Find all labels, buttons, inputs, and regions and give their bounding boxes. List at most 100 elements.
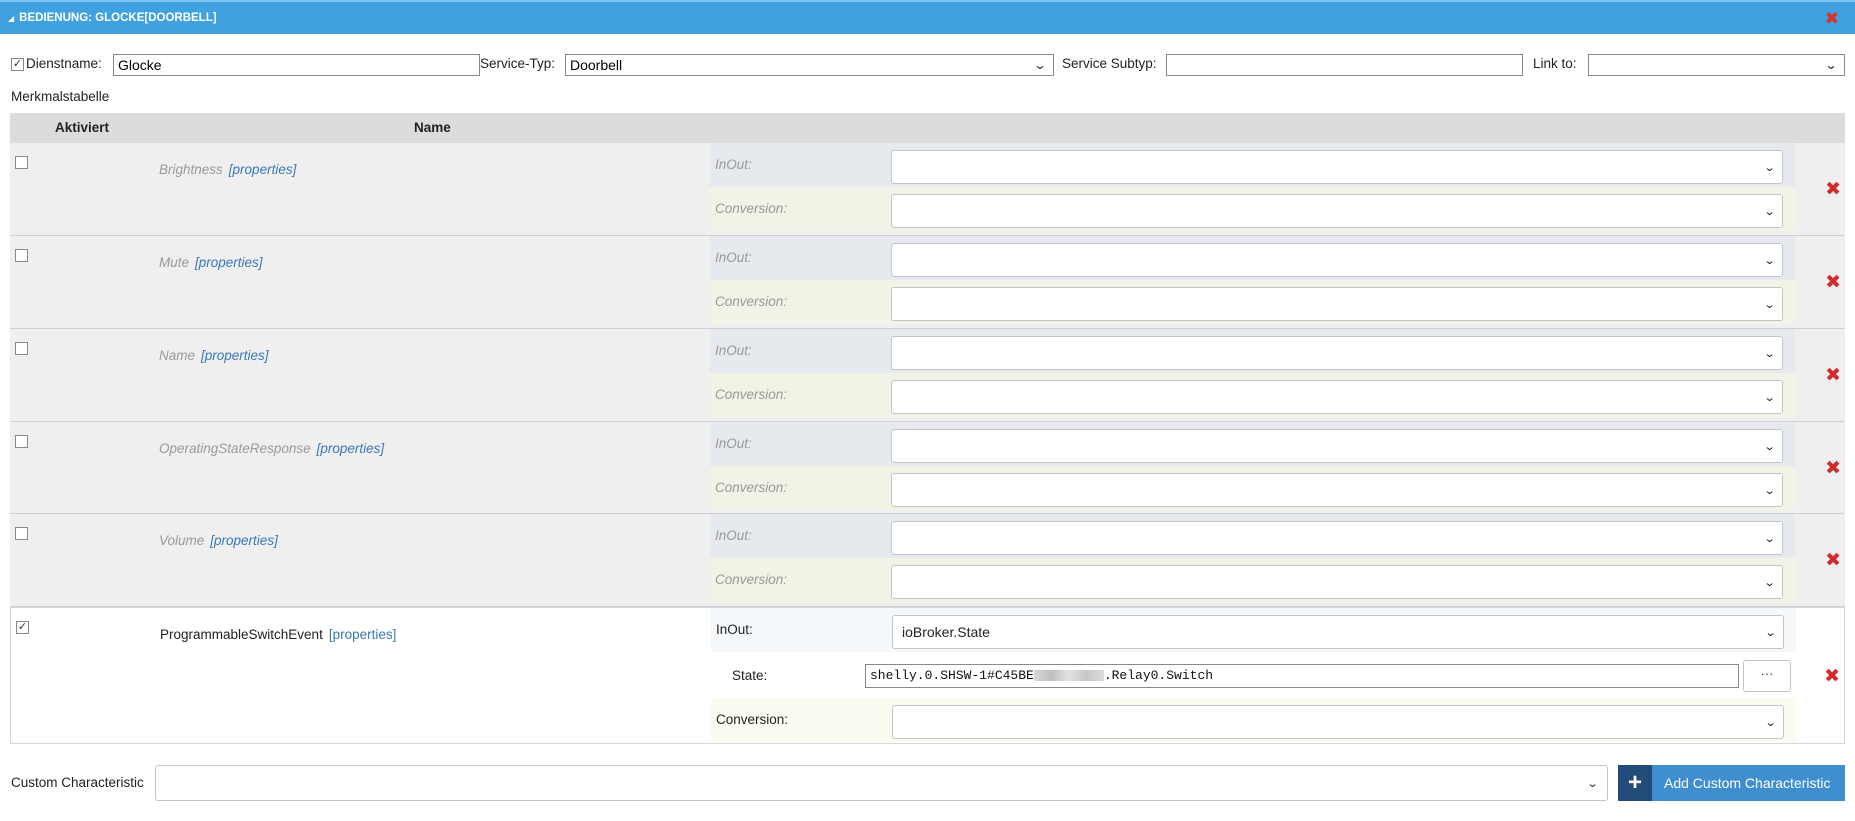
row-checkbox[interactable] — [15, 249, 28, 262]
properties-link[interactable]: [properties] — [329, 627, 397, 642]
delete-row-icon[interactable]: ✖ — [1825, 549, 1841, 572]
delete-row-icon[interactable]: ✖ — [1825, 271, 1841, 294]
conversion-select[interactable]: ⌄ — [891, 473, 1783, 507]
row-checkbox[interactable]: ✓ — [16, 621, 29, 634]
chevron-down-icon: ⌄ — [1763, 391, 1776, 404]
conversion-select[interactable]: ⌄ — [891, 565, 1783, 599]
service-name-input[interactable] — [113, 54, 480, 76]
characteristic-label: ProgrammableSwitchEvent — [160, 627, 323, 642]
characteristic-label: OperatingStateResponse — [159, 441, 311, 456]
inout-select[interactable]: ⌄ — [891, 336, 1783, 370]
conversion-label: Conversion: — [715, 572, 788, 587]
column-header-activated: Aktiviert — [55, 120, 110, 135]
redacted-blur — [1033, 670, 1104, 682]
inout-label: InOut: — [715, 343, 752, 358]
conversion-select[interactable]: ⌄ — [891, 287, 1783, 321]
characteristic-name: Brightness [properties] — [159, 162, 296, 177]
conversion-row: Conversion: ⌄ — [710, 466, 1795, 510]
conversion-select[interactable]: ⌄ — [892, 705, 1784, 739]
state-label: State: — [732, 668, 768, 683]
delete-row-icon[interactable]: ✖ — [1825, 457, 1841, 480]
state-value-suffix: .Relay0.Switch — [1103, 668, 1214, 683]
service-subtype-input[interactable] — [1166, 54, 1523, 76]
inout-select[interactable]: ⌄ — [891, 429, 1783, 463]
service-type-select[interactable]: Doorbell ⌄ — [565, 54, 1054, 76]
panel-title: BEDIENUNG: GLOCKE[DOORBELL] — [19, 12, 217, 24]
inout-label: InOut: — [715, 436, 752, 451]
table-row: Brightness [properties] InOut: ⌄ Conversi… — [10, 143, 1845, 236]
close-icon[interactable]: ✖ — [1825, 10, 1839, 27]
column-header-name: Name — [414, 120, 451, 135]
inout-label: InOut: — [715, 250, 752, 265]
chevron-down-icon: ⌄ — [1763, 205, 1776, 218]
inout-label: InOut: — [715, 528, 752, 543]
collapse-triangle-icon[interactable]: ◢ — [8, 14, 14, 23]
conversion-row: Conversion: ⌄ — [710, 373, 1795, 417]
inout-select[interactable]: ⌄ — [891, 521, 1783, 555]
custom-characteristic-label: Custom Characteristic — [11, 775, 144, 790]
conversion-label: Conversion: — [715, 294, 788, 309]
chevron-down-icon: ⌄ — [1763, 161, 1776, 174]
row-checkbox[interactable] — [15, 156, 28, 169]
characteristic-label: Name — [159, 348, 196, 363]
properties-link[interactable]: [properties] — [195, 255, 263, 270]
properties-link[interactable]: [properties] — [210, 533, 278, 548]
properties-link[interactable]: [properties] — [317, 441, 385, 456]
chevron-down-icon: ⌄ — [1764, 626, 1777, 639]
browse-state-button[interactable]: ··· — [1743, 660, 1791, 692]
conversion-row: Conversion: ⌄ — [710, 187, 1795, 231]
inout-select[interactable]: ioBroker.State ⌄ — [892, 615, 1784, 649]
table-row: Name [properties] InOut: ⌄ Conversion: ⌄ … — [10, 329, 1845, 422]
table-row: Volume [properties] InOut: ⌄ Conversion: … — [10, 514, 1845, 607]
service-subtype-label: Service Subtyp: — [1062, 56, 1157, 71]
panel-titlebar[interactable]: ◢ BEDIENUNG: GLOCKE[DOORBELL] ✖ — [0, 0, 1855, 34]
custom-characteristic-bar: Custom Characteristic ⌄ + Add Custom Cha… — [11, 765, 1845, 801]
service-name-checkbox[interactable]: ✓ — [11, 58, 24, 71]
link-to-select[interactable]: ⌄ — [1588, 54, 1845, 76]
chevron-down-icon: ⌄ — [1763, 532, 1776, 545]
row-checkbox[interactable] — [15, 435, 28, 448]
chevron-down-icon: ⌄ — [1824, 58, 1838, 72]
conversion-select[interactable]: ⌄ — [891, 194, 1783, 228]
plus-icon: + — [1618, 765, 1652, 801]
custom-characteristic-select[interactable]: ⌄ — [155, 765, 1608, 801]
chevron-down-icon: ⌄ — [1763, 298, 1776, 311]
table-row: OperatingStateResponse [properties] InOut… — [10, 422, 1845, 514]
service-name-label: Dienstname: — [26, 56, 102, 71]
conversion-row: Conversion: ⌄ — [711, 698, 1796, 742]
inout-label: InOut: — [715, 157, 752, 172]
add-custom-characteristic-label: Add Custom Characteristic — [1664, 775, 1831, 791]
inout-row: InOut: ⌄ — [710, 236, 1795, 280]
characteristics-table-caption: Merkmalstabelle — [11, 89, 110, 104]
properties-link[interactable]: [properties] — [201, 348, 269, 363]
state-input[interactable]: shelly.0.SHSW-1#C45BE .Relay0.Switch — [865, 664, 1739, 688]
service-form: ✓ Dienstname: Service-Typ: Doorbell ⌄ Se… — [11, 54, 1845, 76]
properties-link[interactable]: [properties] — [229, 162, 297, 177]
conversion-row: Conversion: ⌄ — [710, 280, 1795, 324]
characteristic-name: Name [properties] — [159, 348, 269, 363]
chevron-down-icon: ⌄ — [1763, 440, 1776, 453]
characteristic-name: Mute [properties] — [159, 255, 263, 270]
conversion-select[interactable]: ⌄ — [891, 380, 1783, 414]
state-row: State: shelly.0.SHSW-1#C45BE .Relay0.Swit… — [711, 654, 1796, 698]
delete-row-icon[interactable]: ✖ — [1824, 665, 1840, 688]
inout-row: InOut: ⌄ — [710, 422, 1795, 466]
table-header: Aktiviert Name — [10, 113, 1845, 143]
characteristic-name: ProgrammableSwitchEvent [properties] — [160, 627, 396, 642]
characteristic-label: Volume — [159, 533, 205, 548]
inout-value: ioBroker.State — [902, 624, 990, 640]
row-checkbox[interactable] — [15, 527, 28, 540]
conversion-label: Conversion: — [716, 712, 789, 727]
inout-select[interactable]: ⌄ — [891, 243, 1783, 277]
chevron-down-icon: ⌄ — [1763, 484, 1776, 497]
row-checkbox[interactable] — [15, 342, 28, 355]
chevron-down-icon: ⌄ — [1764, 716, 1777, 729]
characteristic-label: Brightness — [159, 162, 223, 177]
chevron-down-icon: ⌄ — [1586, 777, 1599, 790]
chevron-down-icon: ⌄ — [1763, 254, 1776, 267]
delete-row-icon[interactable]: ✖ — [1825, 364, 1841, 387]
inout-select[interactable]: ⌄ — [891, 150, 1783, 184]
table-row: Mute [properties] InOut: ⌄ Conversion: ⌄ … — [10, 236, 1845, 329]
add-custom-characteristic-button[interactable]: + Add Custom Characteristic — [1618, 765, 1845, 801]
delete-row-icon[interactable]: ✖ — [1825, 178, 1841, 201]
